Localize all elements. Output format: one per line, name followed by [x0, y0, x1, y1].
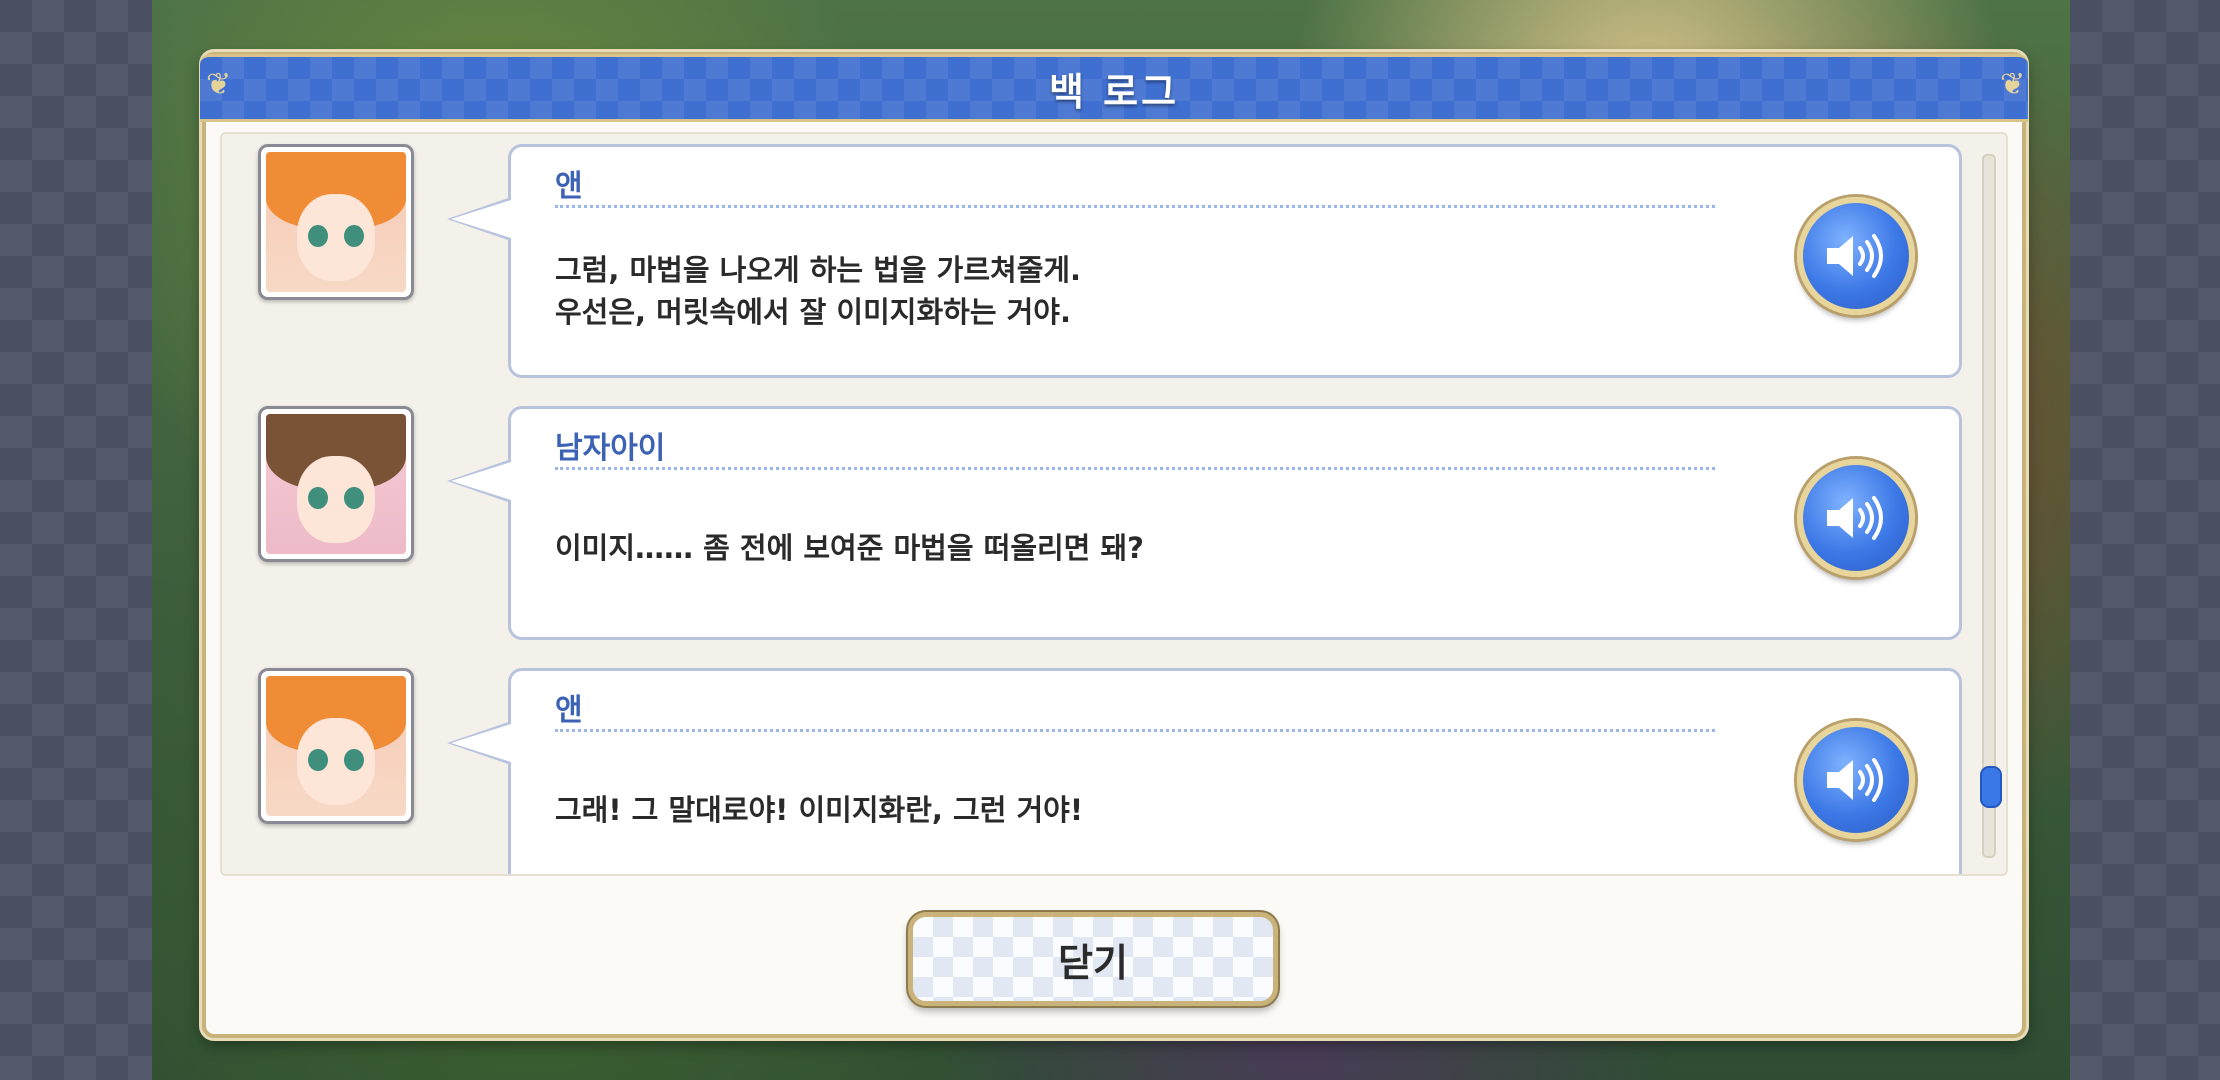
- right-side-pattern: [2070, 0, 2220, 1080]
- ornament-left-icon: ❦: [206, 67, 232, 102]
- anne-portrait: [266, 152, 406, 292]
- avatar: [258, 144, 414, 300]
- speaker-volume-icon: [1827, 234, 1883, 278]
- voice-play-button[interactable]: [1797, 459, 1915, 577]
- speaker-volume-icon: [1827, 758, 1883, 802]
- backlog-list[interactable]: 앤 그럼, 마법을 나오게 하는 법을 가르쳐줄게. 우선은, 머릿속에서 잘 …: [220, 132, 2008, 876]
- list-item: 앤 그래! 그 말대로야! 이미지화란, 그런 거야!: [222, 668, 1962, 874]
- list-item: 앤 그럼, 마법을 나오게 하는 법을 가르쳐줄게. 우선은, 머릿속에서 잘 …: [222, 144, 1962, 380]
- avatar: [258, 668, 414, 824]
- divider: [555, 467, 1715, 470]
- speaker-name: 남자아이: [555, 431, 666, 466]
- ornament-right-icon: ❦: [2000, 67, 2026, 102]
- speech-bubble: 앤 그럼, 마법을 나오게 하는 법을 가르쳐줄게. 우선은, 머릿속에서 잘 …: [447, 144, 1962, 378]
- voice-play-button[interactable]: [1797, 197, 1915, 315]
- divider: [555, 205, 1715, 208]
- left-side-pattern: [0, 0, 152, 1080]
- dialogue-line: 그럼, 마법을 나오게 하는 법을 가르쳐줄게.: [555, 253, 1082, 287]
- speech-bubble: 남자아이 이미지…… 좀 전에 보여준 마법을 떠올리면 돼?: [447, 406, 1962, 640]
- speaker-volume-icon: [1827, 496, 1883, 540]
- close-button-label: 닫기: [1058, 940, 1128, 985]
- scrollbar[interactable]: [1980, 154, 2002, 858]
- speech-bubble: 앤 그래! 그 말대로야! 이미지화란, 그런 거야!: [447, 668, 1962, 874]
- dialog-title: 백 로그: [1048, 69, 1180, 114]
- anne-portrait: [266, 676, 406, 816]
- dialogue-line: 이미지…… 좀 전에 보여준 마법을 떠올리면 돼?: [555, 531, 1144, 565]
- dialogue-line: 그래! 그 말대로야! 이미지화란, 그런 거야!: [555, 793, 1084, 827]
- speaker-name: 앤: [555, 169, 583, 204]
- dialogue-line: 우선은, 머릿속에서 잘 이미지화하는 거야.: [555, 295, 1071, 329]
- list-item: 남자아이 이미지…… 좀 전에 보여준 마법을 떠올리면 돼?: [222, 406, 1962, 642]
- avatar: [258, 406, 414, 562]
- close-button[interactable]: 닫기: [908, 912, 1278, 1006]
- speaker-name: 앤: [555, 693, 583, 728]
- divider: [555, 729, 1715, 732]
- backlog-dialog: ❦ 백 로그 ❦ 앤 그럼, 마법을 나오게 하는 법을 가르쳐줄게. 우선은,…: [200, 52, 2028, 1038]
- dialog-header: ❦ 백 로그 ❦: [200, 54, 2028, 122]
- voice-play-button[interactable]: [1797, 721, 1915, 839]
- scrollbar-thumb[interactable]: [1980, 766, 2002, 808]
- boy-portrait: [266, 414, 406, 554]
